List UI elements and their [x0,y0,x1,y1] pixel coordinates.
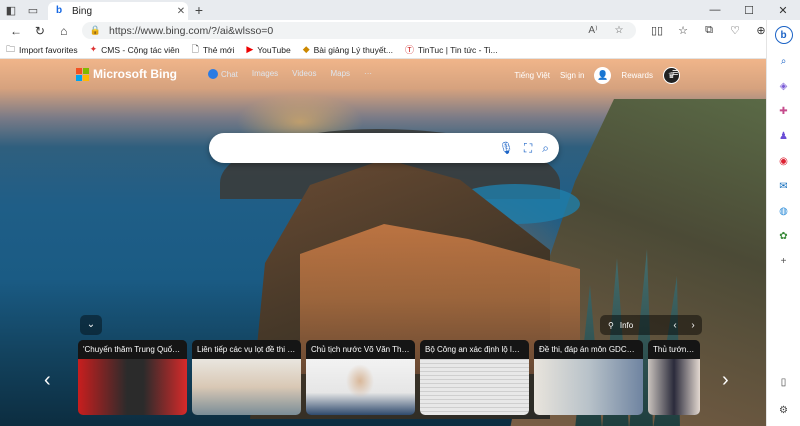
rewards-link[interactable]: Rewards [621,71,653,80]
hamburger-menu-icon[interactable]: ≡ [672,68,684,79]
news-image [306,359,415,415]
news-next-arrow-icon[interactable]: › [722,369,729,392]
avatar-icon[interactable]: 👤 [594,67,612,84]
tintuc-icon: Ⓣ [405,45,415,55]
news-carousel: 'Chuyến thăm Trung Quốc ... Liên tiếp cá… [78,340,700,415]
close-window-icon[interactable]: ✕ [766,4,800,17]
sidebar-settings-icon[interactable]: ⚙ [776,402,792,418]
news-card[interactable]: Bộ Công an xác định lộ lọt ... [420,340,529,415]
favorite-the-moi[interactable]: 🗋 Thẻ mới [192,42,235,58]
search-icon[interactable]: ⌕ [542,141,549,156]
search-box[interactable]: 🎙 ⛶ ⌕ [209,133,559,163]
language-link[interactable]: Tiếng Việt [514,71,550,80]
favorite-star-icon[interactable]: ☆ [610,25,628,36]
news-image [534,359,643,415]
add-sidebar-app-icon[interactable]: + [776,253,792,269]
refresh-icon[interactable]: ↻ [28,24,52,38]
chat-icon [208,69,218,79]
favorite-cms[interactable]: ✦ CMS - Cộng tác viên [90,44,180,55]
read-aloud-icon[interactable]: A⁾ [584,25,602,36]
tab-actions-icon[interactable]: ▭ [22,0,44,20]
favorite-youtube[interactable]: ▶ YouTube [246,44,290,55]
sidebar-search-icon[interactable]: ⌕ [776,53,792,69]
toolbar: ← ↻ ⌂ 🔒 https://www.bing.com/?/ai&wlsso=… [0,20,800,41]
edge-sidebar: b ⌕ ◈ ✚ ♟ ◉ ✉ ◍ ✿ + ▯ ⚙ [766,20,800,426]
drop-icon[interactable]: ◍ [776,203,792,219]
favorites-bar: 🗀 Import favorites ✦ CMS - Cộng tác viên 🗋… [0,41,800,59]
profile-icon[interactable]: ◧ [0,0,22,20]
news-image [192,359,301,415]
games-icon[interactable]: ♟ [776,128,792,144]
youtube-icon: ▶ [246,44,254,54]
back-icon[interactable]: ← [4,24,28,38]
url-text[interactable]: https://www.bing.com/?/ai&wlsso=0 [109,25,576,37]
expand-chevron-icon[interactable]: ⌄ [80,315,102,335]
close-tab-icon[interactable]: ✕ [174,6,188,17]
tools-icon[interactable]: ✚ [776,103,792,119]
previous-image-icon[interactable]: ‹ [666,320,684,331]
minimize-icon[interactable]: — [698,4,732,17]
page-icon: 🗋 [191,43,199,54]
favorites-icon[interactable]: ☆ [670,24,696,37]
new-tab-button[interactable]: + [188,2,210,18]
tab-strip: ◧ ▭ b Bing ✕ + — ☐ ✕ [0,0,800,20]
news-card[interactable]: Chủ tịch nước Võ Văn Thưở... [306,340,415,415]
maximize-icon[interactable]: ☐ [732,4,766,17]
bing-header: Microsoft Bing Chat Images Videos Maps ·… [0,59,766,89]
shopping-tag-icon[interactable]: ◈ [776,78,792,94]
microsoft-logo-icon [76,67,89,81]
nav-more[interactable]: ··· [364,69,372,79]
nav-maps[interactable]: Maps [330,69,350,79]
bing-logo[interactable]: Microsoft Bing [76,67,177,81]
outlook-icon[interactable]: ✉ [776,178,792,194]
favorite-bai-giang[interactable]: ◆ Bài giảng Lý thuyết... [303,44,393,55]
site-icon: ◆ [302,44,310,54]
folder-icon: 🗀 [6,43,16,54]
news-image [648,359,700,415]
window-controls: — ☐ ✕ [698,4,800,17]
signin-link[interactable]: Sign in [560,71,584,80]
visual-search-icon[interactable]: ⛶ [524,141,532,156]
location-pin-icon[interactable]: ⚲ [608,321,614,330]
bing-logo-icon: b [56,5,63,16]
tab-bing[interactable]: b Bing ✕ [48,2,188,20]
bing-nav: Chat Images Videos Maps ··· [208,69,372,79]
news-prev-arrow-icon[interactable]: ‹ [44,369,51,392]
info-label[interactable]: Info [620,321,633,330]
nav-chat[interactable]: Chat [208,69,238,79]
next-image-icon[interactable]: › [684,320,702,331]
designer-icon[interactable]: ✿ [776,228,792,244]
microphone-icon[interactable]: 🎙 [499,141,514,155]
bing-homepage: Microsoft Bing Chat Images Videos Maps ·… [0,59,766,426]
address-bar[interactable]: 🔒 https://www.bing.com/?/ai&wlsso=0 A⁾ ☆ [81,22,636,39]
nav-videos[interactable]: Videos [292,69,316,79]
hide-sidebar-icon[interactable]: ▯ [776,374,792,390]
news-card[interactable]: Thủ tướng tiếp... [648,340,700,415]
split-screen-icon[interactable]: ▯▯ [644,24,670,37]
nav-images[interactable]: Images [252,69,278,79]
favorite-tintuc[interactable]: Ⓣ TinTuc | Tin tức - Ti... [405,43,498,56]
collections-icon[interactable]: ⧉ [696,24,722,37]
browser-window: ◧ ▭ b Bing ✕ + — ☐ ✕ ← ↻ ⌂ 🔒 https://www… [0,0,800,426]
copilot-icon[interactable]: b [774,26,793,44]
microsoft365-icon[interactable]: ◉ [776,153,792,169]
browser-essentials-icon[interactable]: ♡ [722,24,748,37]
cms-site-icon: ✦ [89,44,98,54]
news-image [420,359,529,415]
home-icon[interactable]: ⌂ [52,24,76,38]
news-card[interactable]: Đề thi, đáp án môn GDCD ... [534,340,643,415]
favorite-import[interactable]: 🗀 Import favorites [6,42,78,58]
news-card[interactable]: Liên tiếp các vụ lọt đề thi t... [192,340,301,415]
lock-icon[interactable]: 🔒 [90,25,101,36]
image-info-bar: ⚲ Info ‹ › [600,315,702,335]
news-image [78,359,187,415]
sidebar-bottom: ▯ ⚙ [776,374,792,418]
news-card[interactable]: 'Chuyến thăm Trung Quốc ... [78,340,187,415]
tab-title: Bing [72,5,93,17]
bing-header-right: Tiếng Việt Sign in 👤 Rewards ♛ [514,67,680,84]
